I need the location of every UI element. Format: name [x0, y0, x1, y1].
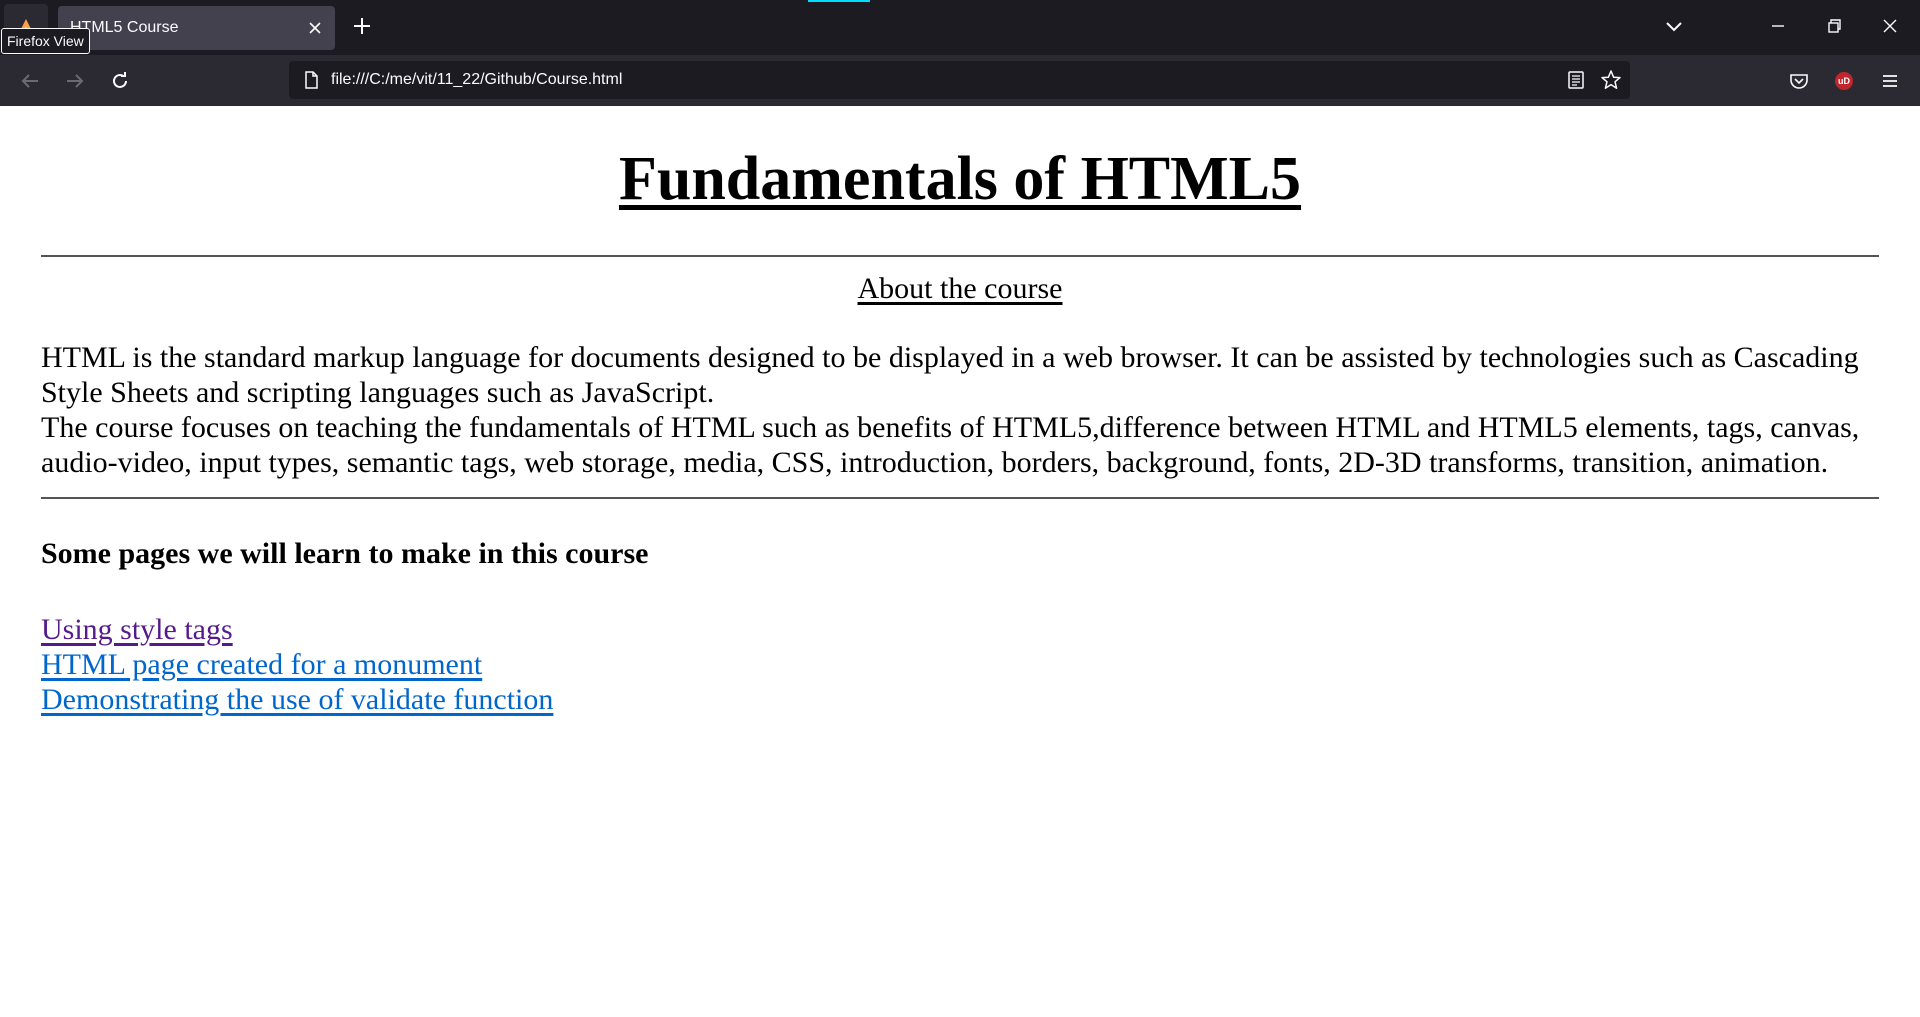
accent-line: [808, 0, 870, 2]
page-icon[interactable]: [301, 70, 321, 90]
forward-button[interactable]: [62, 68, 88, 94]
page-links-list: Using style tags HTML page created for a…: [41, 612, 553, 717]
pocket-icon: [1790, 74, 1808, 89]
url-text[interactable]: file:///C:/me/vit/11_22/Github/Course.ht…: [331, 61, 622, 99]
divider-top: [41, 255, 1879, 257]
link-using-style-tags[interactable]: Using style tags: [41, 612, 233, 647]
url-bar[interactable]: file:///C:/me/vit/11_22/Github/Course.ht…: [289, 61, 1630, 99]
close-window-icon[interactable]: [1878, 14, 1902, 38]
back-button[interactable]: [17, 68, 43, 94]
link-validate-function[interactable]: Demonstrating the use of validate functi…: [41, 682, 553, 717]
tooltip-firefox-view: Firefox View: [1, 28, 90, 54]
navigation-toolbar: file:///C:/me/vit/11_22/Github/Course.ht…: [0, 55, 1920, 107]
page-title: Fundamentals of HTML5: [0, 144, 1920, 215]
minimize-icon[interactable]: [1766, 14, 1790, 38]
menu-button[interactable]: [1877, 68, 1903, 94]
chevron-down-icon[interactable]: [1662, 14, 1686, 38]
tab-bar: HTML5 Course Firefox View: [0, 0, 1920, 55]
reload-button[interactable]: [107, 68, 133, 94]
close-icon[interactable]: [305, 18, 325, 38]
ublock-origin-icon: uD: [1835, 72, 1853, 90]
course-description: HTML is the standard markup language for…: [41, 340, 1891, 480]
plus-icon[interactable]: [350, 14, 374, 38]
page-title-text: Fundamentals of HTML5: [618, 145, 1302, 213]
reload-icon: [113, 72, 127, 88]
tab-html5-course[interactable]: HTML5 Course: [58, 6, 335, 50]
link-monument-page[interactable]: HTML page created for a monument: [41, 647, 482, 682]
ublock-origin-button[interactable]: uD: [1831, 68, 1857, 94]
arrow-right-icon: [67, 74, 84, 88]
web-page: Fundamentals of HTML5 About the course H…: [0, 106, 1920, 1017]
star-icon[interactable]: [1600, 69, 1622, 91]
description-line-2: The course focuses on teaching the funda…: [41, 411, 1860, 479]
pages-section-heading: Some pages we will learn to make in this…: [41, 537, 649, 570]
about-course-heading: About the course: [857, 272, 1063, 305]
divider-bottom: [41, 497, 1879, 499]
pocket-button[interactable]: [1786, 68, 1812, 94]
reader-mode-icon[interactable]: [1566, 70, 1586, 90]
restore-icon[interactable]: [1822, 14, 1846, 38]
arrow-left-icon: [21, 74, 38, 88]
description-line-1: HTML is the standard markup language for…: [41, 341, 1859, 409]
hamburger-menu-icon: [1883, 75, 1897, 87]
